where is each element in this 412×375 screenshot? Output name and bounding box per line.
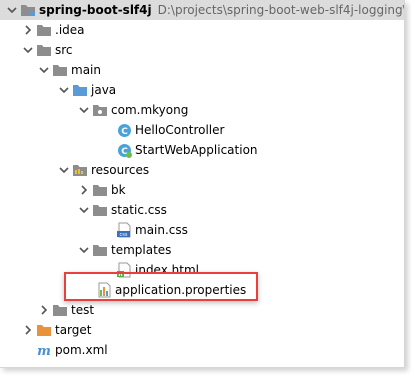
templates-label: templates: [111, 243, 172, 257]
tree-row-root[interactable]: spring-boot-slf4j D:\projects\spring-boo…: [0, 0, 404, 20]
tree-row-main[interactable]: main: [0, 60, 404, 80]
chevron-right-icon[interactable]: [76, 180, 92, 200]
svg-text:m: m: [37, 344, 51, 357]
excluded-folder-icon: [36, 322, 52, 338]
main-css-label: main.css: [135, 223, 188, 237]
pom-label: pom.xml: [55, 343, 108, 357]
spring-boot-class-icon: C: [116, 142, 132, 158]
svg-text:H: H: [118, 272, 122, 278]
hello-controller-label: HelloController: [135, 123, 225, 137]
resources-folder-icon: [72, 162, 88, 178]
folder-icon: [52, 302, 68, 318]
tree-row-test[interactable]: test: [0, 300, 404, 320]
svg-text:css: css: [119, 232, 127, 238]
chevron-down-icon[interactable]: [56, 80, 72, 100]
package-folder-icon: [92, 102, 108, 118]
folder-icon: [92, 202, 108, 218]
chevron-down-icon[interactable]: [76, 100, 92, 120]
start-app-label: StartWebApplication: [135, 143, 258, 157]
main-label: main: [71, 63, 101, 77]
chevron-right-icon[interactable]: [20, 320, 36, 340]
chevron-right-icon[interactable]: [20, 20, 36, 40]
tree-row-hello-controller[interactable]: C HelloController: [0, 120, 404, 140]
properties-file-icon: [96, 282, 112, 298]
resources-label: resources: [91, 163, 150, 177]
tree-row-application-properties[interactable]: application.properties: [0, 280, 404, 300]
tree-row-start-app[interactable]: C StartWebApplication: [0, 140, 404, 160]
tree-row-index-html[interactable]: H index.html: [0, 260, 404, 280]
html-file-icon: H: [116, 262, 132, 278]
index-html-label: index.html: [135, 263, 199, 277]
chevron-down-icon[interactable]: [4, 0, 20, 20]
source-folder-icon: [72, 82, 88, 98]
package-label: com.mkyong: [111, 103, 189, 117]
module-folder-icon: [20, 2, 36, 18]
bk-label: bk: [111, 183, 126, 197]
tree-row-package[interactable]: com.mkyong: [0, 100, 404, 120]
project-tree-panel: spring-boot-slf4j D:\projects\spring-boo…: [0, 0, 405, 368]
svg-text:C: C: [121, 127, 128, 137]
test-label: test: [71, 303, 95, 317]
chevron-down-icon[interactable]: [76, 200, 92, 220]
class-icon: C: [116, 122, 132, 138]
folder-icon: [36, 22, 52, 38]
chevron-down-icon[interactable]: [76, 240, 92, 260]
folder-icon: [36, 42, 52, 58]
root-path: D:\projects\spring-boot-web-slf4j-loggin…: [157, 3, 405, 17]
chevron-right-icon[interactable]: [36, 300, 52, 320]
folder-icon: [92, 242, 108, 258]
folder-icon: [52, 62, 68, 78]
static-css-label: static.css: [111, 203, 167, 217]
chevron-down-icon[interactable]: [36, 60, 52, 80]
tree-row-main-css[interactable]: css main.css: [0, 220, 404, 240]
tree-row-bk[interactable]: bk: [0, 180, 404, 200]
tree-row-templates[interactable]: templates: [0, 240, 404, 260]
src-label: src: [55, 43, 73, 57]
target-label: target: [55, 323, 92, 337]
tree-row-src[interactable]: src: [0, 40, 404, 60]
tree-row-static-css[interactable]: static.css: [0, 200, 404, 220]
tree-row-resources[interactable]: resources: [0, 160, 404, 180]
java-label: java: [91, 83, 117, 97]
idea-label: .idea: [55, 23, 85, 37]
application-properties-label: application.properties: [115, 283, 247, 297]
folder-icon: [92, 182, 108, 198]
maven-icon: m: [36, 342, 52, 358]
css-file-icon: css: [116, 222, 132, 238]
chevron-down-icon[interactable]: [56, 160, 72, 180]
root-label: spring-boot-slf4j: [39, 3, 152, 17]
tree-row-target[interactable]: target: [0, 320, 404, 340]
chevron-down-icon[interactable]: [20, 40, 36, 60]
tree-row-idea[interactable]: .idea: [0, 20, 404, 40]
tree-row-pom[interactable]: m pom.xml: [0, 340, 404, 360]
tree-row-java[interactable]: java: [0, 80, 404, 100]
